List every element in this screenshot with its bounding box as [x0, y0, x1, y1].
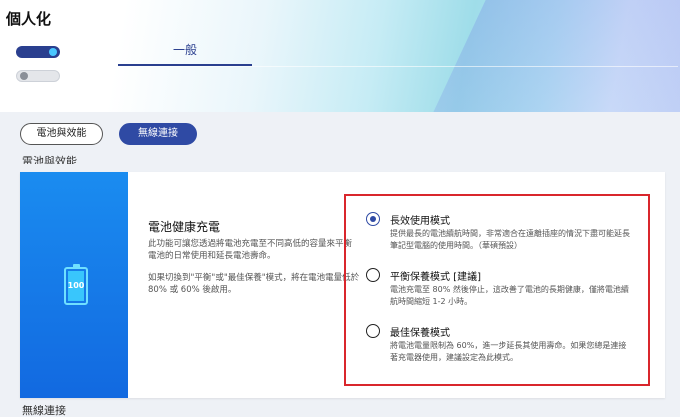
option-description: 將電池電量限制為 60%，進一步延長其使用壽命。如果您總是連接著充電器使用，建議…	[390, 341, 627, 362]
radio-max-care[interactable]	[366, 324, 380, 338]
section-label: 電池與效能	[22, 155, 77, 164]
header-decoration	[425, 0, 680, 112]
feature-note: 如果切換到"平衡"或"最佳保養"模式，將在電池電量低於 80% 或 60% 後啟…	[148, 273, 360, 295]
battery-performance-button[interactable]: 電池與效能	[20, 123, 103, 145]
wireless-connection-button[interactable]: 無線連接	[119, 123, 197, 145]
toggle-on-shape	[16, 46, 60, 58]
option-title: 長效使用模式	[390, 216, 450, 227]
charging-mode-options: 長效使用模式 提供最長的電池續航時間，非常適合在遠離插座的情況下盡可能延長筆記型…	[344, 194, 650, 386]
header	[0, 0, 680, 112]
tab-general[interactable]: 一般	[118, 38, 252, 66]
radio-long-life[interactable]	[366, 212, 380, 226]
card-side-panel: 100	[20, 172, 128, 398]
personalize-toggle-icon	[10, 38, 74, 102]
section-label-wireless: 無線連接	[22, 405, 66, 417]
battery-health-card: 100 電池健康充電 此功能可讓您透過將電池充電至不同高低的容量來平衡電池的日常…	[20, 172, 665, 398]
radio-balanced[interactable]	[366, 268, 380, 282]
feature-description: 此功能可讓您透過將電池充電至不同高低的容量來平衡電池的日常使用和延長電池壽命。	[148, 239, 353, 261]
battery-icon: 100	[64, 264, 88, 305]
feature-title: 電池健康充電	[148, 220, 221, 234]
option-description: 提供最長的電池續航時間，非常適合在遠離插座的情況下盡可能延長筆記型電腦的使用時間…	[390, 229, 630, 250]
option-description: 電池充電至 80% 然後停止，這改善了電池的長期健康，僅將電池續航時間縮短 1-…	[390, 285, 629, 306]
app-title: 個人化	[6, 10, 52, 28]
battery-level: 100	[67, 281, 85, 290]
option-title: 平衡保養模式 [建議]	[390, 272, 481, 283]
option-title: 最佳保養模式	[390, 328, 450, 339]
toggle-off-shape	[16, 70, 60, 82]
tab-divider	[118, 66, 678, 67]
